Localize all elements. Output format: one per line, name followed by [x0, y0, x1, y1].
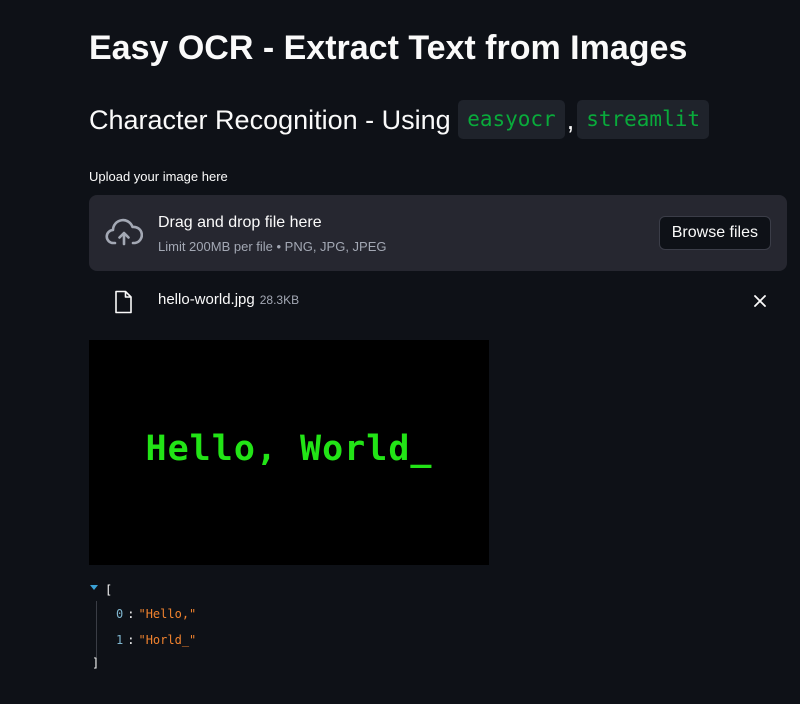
drag-drop-text: Drag and drop file here: [158, 214, 322, 231]
json-indent-guide: [96, 601, 97, 657]
file-icon: [115, 290, 132, 314]
preview-image-text: Hello, World_: [145, 429, 433, 469]
uploader-label: Upload your image here: [89, 169, 228, 184]
json-colon: :: [127, 633, 135, 647]
json-item: 1: "Horld_": [116, 632, 196, 648]
page-title: Easy OCR - Extract Text from Images: [89, 29, 688, 67]
subtitle-text: Character Recognition - Using: [89, 105, 451, 135]
page-subtitle: Character Recognition - Using easyocr, st…: [89, 100, 710, 141]
json-value: "Horld_": [138, 633, 197, 647]
file-dropzone[interactable]: Drag and drop file here Limit 200MB per …: [89, 195, 787, 271]
json-index: 0: [116, 607, 124, 621]
close-icon[interactable]: [750, 291, 770, 311]
uploaded-file-size: 28.3KB: [259, 293, 300, 307]
json-item: 0: "Hello,": [116, 606, 196, 622]
json-open-bracket: [: [105, 583, 113, 597]
browse-files-button[interactable]: Browse files: [658, 216, 771, 250]
json-colon: :: [127, 607, 135, 621]
json-close-bracket: ]: [92, 656, 100, 670]
collapse-caret-icon[interactable]: [90, 585, 98, 590]
image-preview: Hello, World_: [89, 340, 489, 565]
code-chip-streamlit: streamlit: [577, 100, 710, 140]
subtitle-separator: ,: [566, 105, 575, 135]
file-limit-text: Limit 200MB per file • PNG, JPG, JPEG: [158, 239, 387, 254]
code-chip-easyocr: easyocr: [458, 100, 565, 140]
uploaded-file-name: hello-world.jpg: [158, 291, 255, 308]
cloud-upload-icon: [105, 218, 143, 246]
uploaded-file-row: hello-world.jpg 28.3KB: [89, 281, 787, 321]
json-index: 1: [116, 633, 124, 647]
json-value: "Hello,": [138, 607, 197, 621]
uploaded-file-info: hello-world.jpg 28.3KB: [158, 291, 299, 308]
